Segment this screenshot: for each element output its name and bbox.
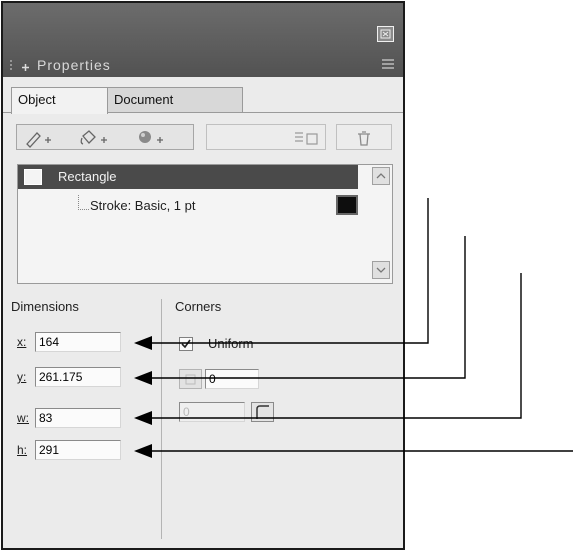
tab-object[interactable]: Object <box>11 87 108 114</box>
callout-arrows <box>134 198 573 458</box>
arrowhead-x <box>134 336 152 350</box>
arrowhead-w <box>134 411 152 425</box>
arrowhead-y <box>134 371 152 385</box>
callout-y <box>146 236 466 379</box>
callout-x <box>146 198 429 344</box>
arrowhead-h <box>134 444 152 458</box>
